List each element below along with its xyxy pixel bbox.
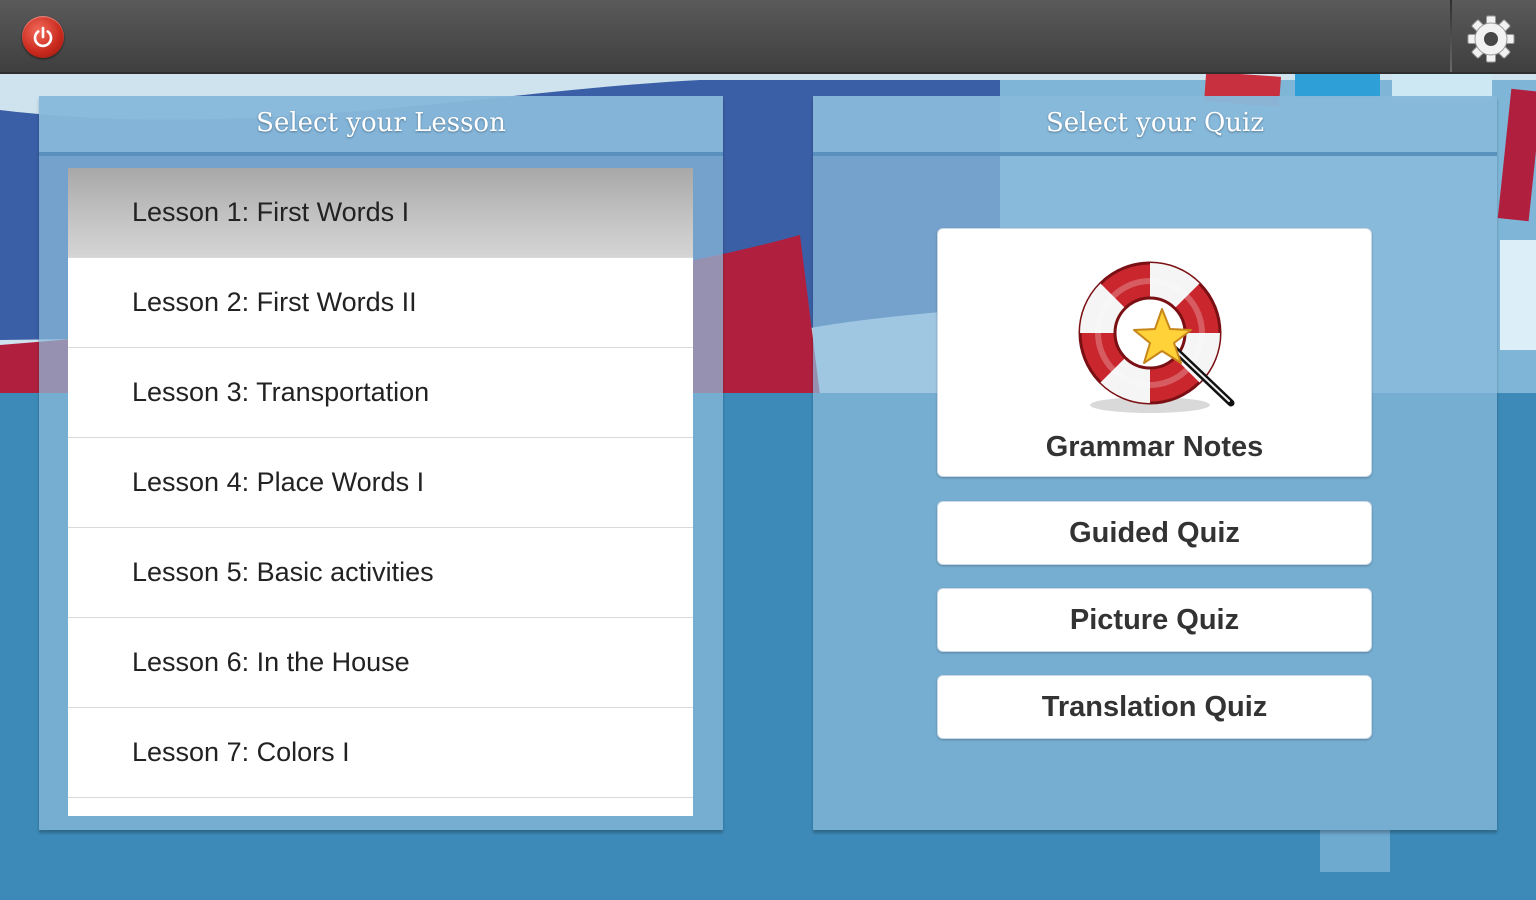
lesson-item[interactable]: Lesson 4: Place Words I	[68, 438, 693, 528]
guided-quiz-button[interactable]: Guided Quiz	[937, 501, 1372, 565]
toolbar-divider	[1450, 0, 1452, 72]
picture-quiz-button[interactable]: Picture Quiz	[937, 588, 1372, 652]
grammar-notes-label: Grammar Notes	[1045, 431, 1264, 463]
lesson-item[interactable]: Lesson 2: First Words II	[68, 258, 693, 348]
lesson-panel-title: Select your Lesson	[39, 96, 723, 156]
power-icon	[33, 26, 53, 48]
lesson-item[interactable]: Lesson 3: Transportation	[68, 348, 693, 438]
lesson-item[interactable]: Lesson 7: Colors I	[68, 708, 693, 798]
gear-icon	[1467, 15, 1515, 63]
lesson-item[interactable]: Lesson 5: Basic activities	[68, 528, 693, 618]
lesson-item[interactable]: Lesson 1: First Words I	[68, 168, 693, 258]
quiz-panel-title: Select your Quiz	[813, 96, 1497, 156]
quiz-panel: Select your Quiz Grammar Notes Guided Qu…	[813, 96, 1497, 830]
lesson-panel: Select your Lesson Lesson 1: First Words…	[39, 96, 723, 830]
lesson-item[interactable]: Lesson 6: In the House	[68, 618, 693, 708]
lifebuoy-magic-wand-icon	[1066, 257, 1246, 427]
settings-button[interactable]	[1466, 14, 1516, 64]
top-toolbar	[0, 0, 1536, 74]
translation-quiz-button[interactable]: Translation Quiz	[937, 675, 1372, 739]
grammar-notes-button[interactable]: Grammar Notes	[937, 228, 1372, 477]
lesson-list[interactable]: Lesson 1: First Words I Lesson 2: First …	[68, 168, 693, 816]
power-button[interactable]	[22, 16, 64, 58]
